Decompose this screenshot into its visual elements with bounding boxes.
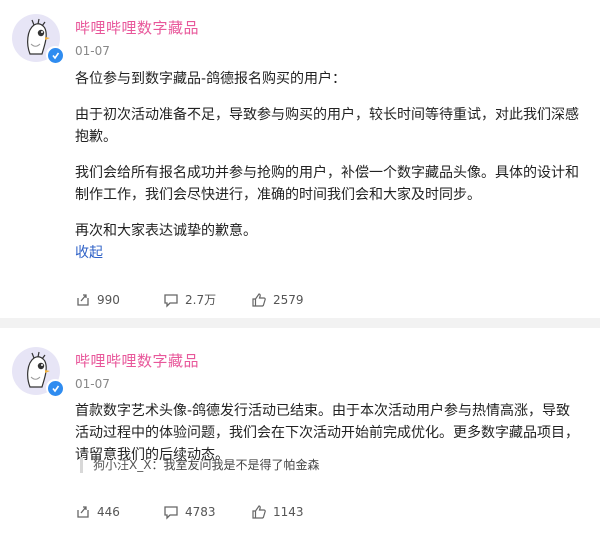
feed-post: 哔哩哔哩数字藏品 01-07 首款数字艺术头像-鸽德发行活动已结束。由于本次活动… [0, 328, 600, 542]
comment-button[interactable]: 2.7万 [163, 291, 251, 308]
post-paragraph: 再次和大家表达诚挚的歉意。 [75, 223, 257, 239]
avatar[interactable] [12, 14, 64, 64]
feed-post: 哔哩哔哩数字藏品 01-07 各位参与到数字藏品-鸽德报名购买的用户： 由于初次… [0, 0, 600, 318]
comment-icon [164, 293, 178, 308]
repost-button[interactable]: 990 [75, 291, 163, 308]
post-paragraph: 我们会给所有报名成功并参与抢购的用户，补偿一个数字藏品头像。具体的设计和制作工作… [75, 165, 579, 203]
post-divider [0, 318, 600, 328]
quote-text: ：我室友问我是不是得了帕金森 [151, 458, 320, 472]
like-button[interactable]: 2579 [251, 291, 339, 308]
repost-button[interactable]: 446 [75, 504, 163, 520]
comment-count: 2.7万 [185, 293, 217, 307]
post-author-name[interactable]: 哔哩哔哩数字藏品 [75, 17, 199, 38]
avatar[interactable] [12, 347, 64, 397]
comment-count: 4783 [185, 505, 216, 519]
repost-icon [77, 506, 89, 518]
post-actions: 446 4783 1143 [75, 504, 339, 520]
quote-author[interactable]: 狗小汪X_X [93, 458, 151, 472]
like-count: 2579 [273, 292, 304, 307]
post-actions: 990 2.7万 2579 [75, 291, 339, 308]
thumbs-up-icon [252, 292, 266, 307]
repost-count: 446 [97, 505, 120, 519]
like-count: 1143 [273, 505, 304, 519]
collapse-link[interactable]: 收起 [75, 242, 103, 264]
post-date: 01-07 [75, 44, 110, 58]
verified-badge-icon [46, 379, 64, 397]
post-date: 01-07 [75, 377, 110, 391]
verified-badge-icon [46, 46, 64, 64]
repost-count: 990 [97, 292, 120, 307]
repost-icon [77, 293, 89, 306]
thumbs-up-icon [252, 505, 266, 519]
quoted-comment[interactable]: 狗小汪X_X：我室友问我是不是得了帕金森 [80, 457, 319, 473]
post-paragraph: 由于初次活动准备不足，导致参与购买的用户，较长时间等待重试，对此我们深感抱歉。 [75, 107, 579, 145]
post-content: 各位参与到数字藏品-鸽德报名购买的用户： 由于初次活动准备不足，导致参与购买的用… [75, 68, 580, 264]
post-author-name[interactable]: 哔哩哔哩数字藏品 [75, 350, 199, 371]
comment-button[interactable]: 4783 [163, 504, 251, 520]
post-paragraph: 各位参与到数字藏品-鸽德报名购买的用户： [75, 71, 347, 87]
like-button[interactable]: 1143 [251, 504, 339, 520]
comment-icon [164, 506, 178, 520]
